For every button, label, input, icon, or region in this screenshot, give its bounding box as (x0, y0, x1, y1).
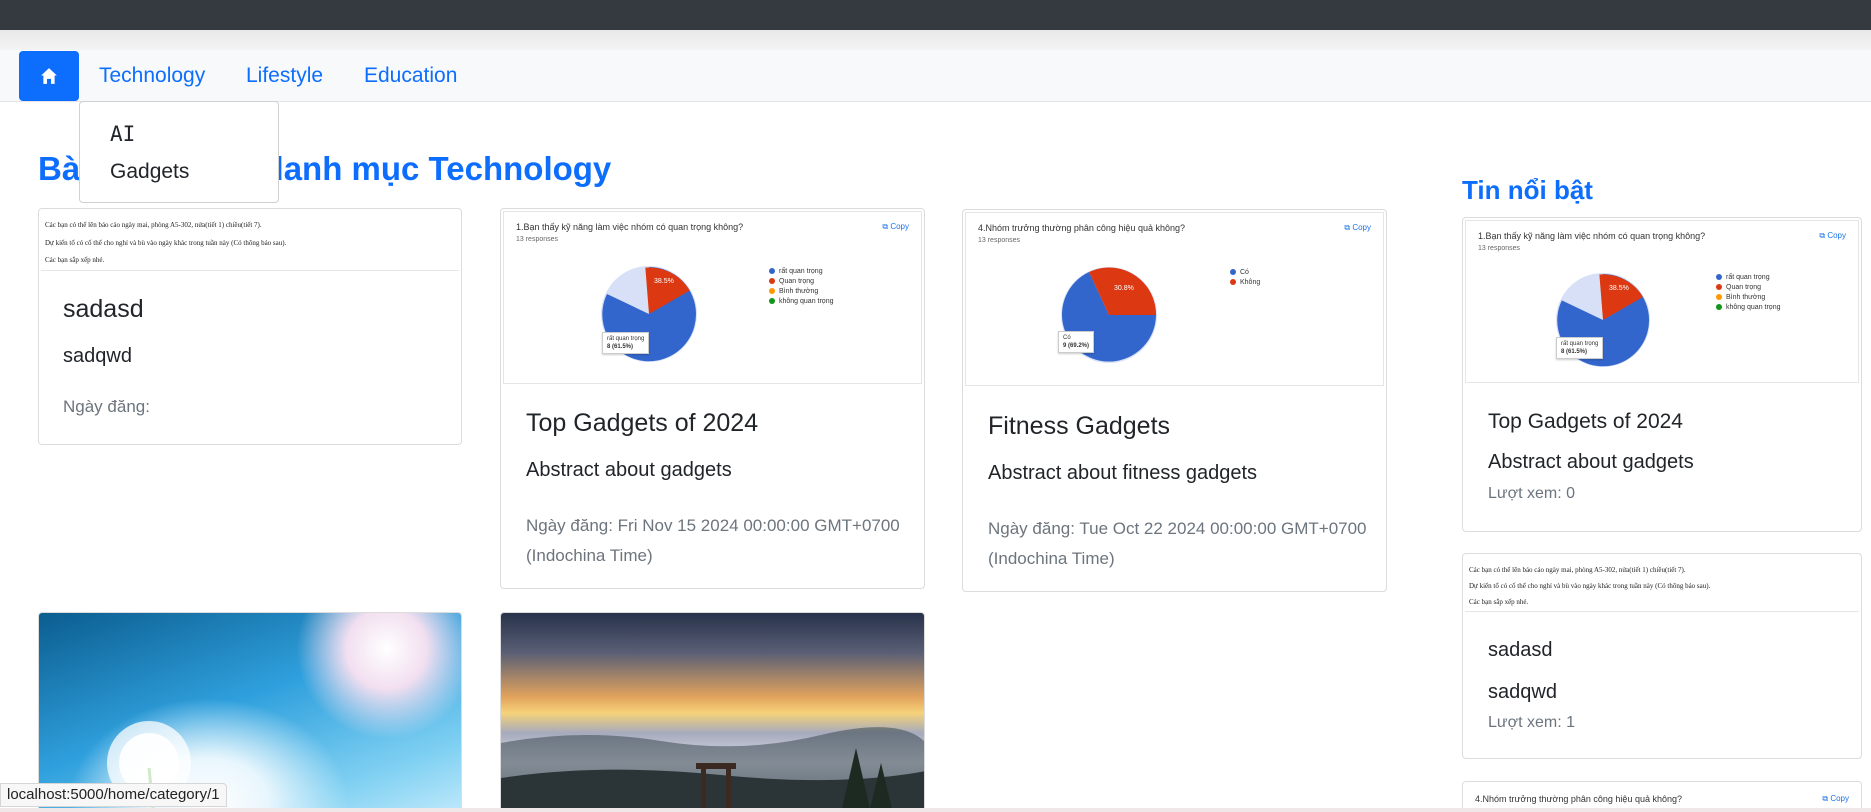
thumbnail-text: Các bạn sắp xếp nhé. (1469, 598, 1529, 606)
pie-tooltip: rất quan trọng 8 (61.5%) (1556, 337, 1604, 359)
pie-tooltip: Có 9 (69.2%) (1058, 331, 1095, 353)
featured-abstract: Abstract about gadgets (1488, 451, 1694, 473)
thumbnail-responses: 13 responses (516, 236, 559, 243)
thumbnail-question: 1.Bạn thấy kỹ năng làm việc nhóm có quan… (516, 222, 744, 232)
thumbnail-text: Dự kiến tổ có cố thể cho nghỉ và bù vào … (45, 239, 287, 247)
home-button[interactable] (19, 51, 79, 101)
post-date: Ngày đăng: Tue Oct 22 2024 00:00:00 GMT+… (988, 519, 1367, 568)
pie-tooltip: rất quan trọng 8 (61.5%) (602, 332, 650, 354)
pie-legend: rất quan trọng Quan trọng Bình thường kh… (769, 267, 834, 307)
thumbnail-copy: ⧉ Copy (1822, 794, 1849, 803)
post-thumbnail: 1.Bạn thấy kỹ năng làm việc nhóm có quan… (1465, 220, 1859, 383)
post-card[interactable]: 4.Nhóm trưởng thường phân công hiệu quả … (962, 209, 1387, 592)
house-icon (41, 68, 57, 84)
featured-card[interactable]: 1.Bạn thấy kỹ năng làm việc nhóm có quan… (1462, 217, 1862, 532)
thumbnail-copy: ⧉ Copy (882, 222, 909, 231)
post-card[interactable] (500, 612, 925, 812)
thumbnail-copy: ⧉ Copy (1344, 223, 1371, 232)
post-date: Ngày đăng: Fri Nov 15 2024 00:00:00 GMT+… (526, 516, 900, 565)
thumbnail-responses: 13 responses (1478, 245, 1521, 252)
main-navbar: Technology Lifestyle Education (0, 50, 1871, 102)
post-card[interactable] (38, 612, 462, 812)
post-thumbnail: 1.Bạn thấy kỹ năng làm việc nhóm có quan… (503, 211, 922, 384)
featured-card[interactable]: Các bạn có thể lên báo cáo ngày mai, phò… (1462, 553, 1862, 759)
post-abstract: Abstract about fitness gadgets (988, 462, 1258, 484)
featured-abstract: sadqwd (1488, 681, 1557, 703)
post-thumbnail: Các bạn có thể lên báo cáo ngày mai, phò… (41, 211, 459, 271)
post-abstract: sadqwd (63, 345, 132, 367)
post-title[interactable]: Top Gadgets of 2024 (526, 409, 758, 438)
post-abstract: Abstract about gadgets (526, 459, 732, 481)
pie-slice-label: 30.8% (1114, 285, 1134, 292)
page-top-strip (0, 30, 1871, 50)
browser-status-url: localhost:5000/home/category/1 (0, 783, 227, 807)
post-date: Ngày đăng: (63, 397, 150, 416)
pie-legend: Có Không (1230, 268, 1260, 288)
nav-technology[interactable]: Technology (99, 64, 205, 88)
featured-views: Lượt xem: 1 (1488, 714, 1576, 731)
page-bottom-edge (0, 808, 1871, 812)
nav-lifestyle[interactable]: Lifestyle (246, 64, 323, 88)
nav-education[interactable]: Education (364, 64, 457, 88)
thumbnail-text: Dự kiến tổ có cố thể cho nghỉ và bù vào … (1469, 582, 1711, 590)
browser-top-bar (0, 0, 1871, 30)
thumbnail-text: Các bạn có thể lên báo cáo ngày mai, phò… (45, 221, 262, 229)
post-title[interactable]: sadasd (63, 295, 144, 324)
technology-dropdown-menu: AI Gadgets (79, 101, 279, 203)
thumbnail-responses: 13 responses (978, 237, 1021, 244)
sidebar-title: Tin nổi bật (1462, 175, 1593, 205)
pie-slice-label: 38.5% (654, 278, 674, 285)
thumbnail-text: Các bạn sắp xếp nhé. (45, 256, 105, 264)
featured-title[interactable]: Top Gadgets of 2024 (1488, 410, 1683, 434)
landscape-graphic (501, 727, 924, 812)
thumbnail-question: 4.Nhóm trưởng thường phân công hiệu quả … (978, 223, 1185, 233)
dropdown-item-ai[interactable]: AI (110, 122, 135, 146)
post-thumbnail: 4.Nhóm trưởng thường phân công hiệu quả … (965, 212, 1384, 386)
post-card[interactable]: Các bạn có thể lên báo cáo ngày mai, phò… (38, 208, 462, 445)
thumbnail-text: Các bạn có thể lên báo cáo ngày mai, phò… (1469, 566, 1686, 574)
featured-views: Lượt xem: 0 (1488, 485, 1576, 502)
post-card[interactable]: 1.Bạn thấy kỹ năng làm việc nhóm có quan… (500, 208, 925, 589)
pie-legend: rất quan trọng Quan trọng Bình thường kh… (1716, 273, 1781, 313)
post-title[interactable]: Fitness Gadgets (988, 412, 1170, 441)
thumbnail-question: 1.Bạn thấy kỹ năng làm việc nhóm có quan… (1478, 231, 1706, 241)
post-thumbnail: Các bạn có thể lên báo cáo ngày mai, phò… (1465, 556, 1859, 612)
pie-slice-label: 38.5% (1609, 285, 1629, 292)
featured-title[interactable]: sadasd (1488, 639, 1553, 662)
thumbnail-question: 4.Nhóm trưởng thường phân công hiệu quả … (1475, 794, 1682, 804)
dropdown-item-gadgets[interactable]: Gadgets (110, 160, 189, 184)
thumbnail-copy: ⧉ Copy (1819, 231, 1846, 240)
